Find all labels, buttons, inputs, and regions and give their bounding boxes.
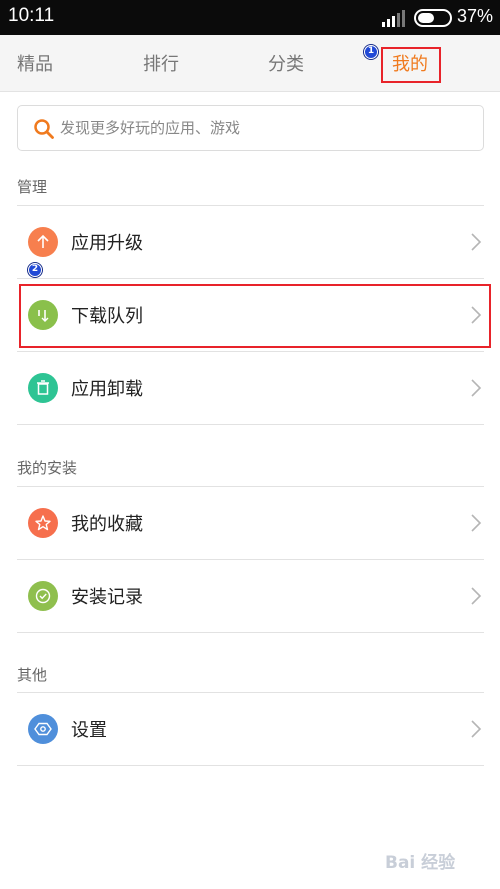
chevron-right-icon (471, 587, 482, 605)
star-icon (28, 508, 58, 538)
settings-hexagon-icon (28, 714, 58, 744)
list-item-settings[interactable]: 设置 (17, 693, 484, 765)
battery-icon (414, 9, 452, 27)
chevron-right-icon (471, 514, 482, 532)
status-bar: 10:11 37% (0, 0, 500, 35)
divider (17, 424, 484, 425)
chevron-right-icon (471, 720, 482, 738)
section-title-manage: 管理 (17, 178, 48, 196)
section-title-other: 其他 (17, 666, 48, 684)
list-item-app-upgrade[interactable]: 应用升级 (17, 206, 484, 278)
tab-featured[interactable]: 精品 (17, 50, 53, 76)
battery-percent: 37% (457, 6, 494, 26)
list-item-label: 我的收藏 (71, 514, 143, 535)
search-icon (34, 119, 54, 139)
step-marker-2: 2 (28, 263, 42, 277)
upgrade-arrow-icon (28, 227, 58, 257)
watermark-text: Bai 经验 (385, 853, 456, 873)
tab-ranking[interactable]: 排行 (143, 50, 179, 76)
trash-icon (28, 373, 58, 403)
signal-icon (382, 10, 405, 27)
search-box[interactable] (17, 105, 484, 151)
list-item-label: 应用升级 (71, 233, 143, 254)
list-item-my-favorites[interactable]: 我的收藏 (17, 487, 484, 559)
list-item-label: 安装记录 (71, 587, 143, 608)
download-queue-highlight-box (19, 284, 491, 348)
section-title-my-installs: 我的安装 (17, 459, 78, 477)
chevron-right-icon (471, 379, 482, 397)
step-marker-1: 1 (364, 45, 378, 59)
chevron-right-icon (471, 233, 482, 251)
list-item-label: 设置 (71, 720, 107, 741)
list-item-label: 应用卸载 (71, 379, 143, 400)
baidu-watermark: Bai 经验 (385, 836, 493, 882)
divider (17, 632, 484, 633)
search-input[interactable] (60, 114, 460, 142)
status-time: 10:11 (8, 5, 55, 26)
tab-mine-highlight-box (381, 47, 441, 83)
check-icon (28, 581, 58, 611)
list-item-install-history[interactable]: 安装记录 (17, 560, 484, 632)
list-item-app-uninstall[interactable]: 应用卸载 (17, 352, 484, 424)
divider (17, 765, 484, 766)
tab-category[interactable]: 分类 (268, 50, 304, 76)
